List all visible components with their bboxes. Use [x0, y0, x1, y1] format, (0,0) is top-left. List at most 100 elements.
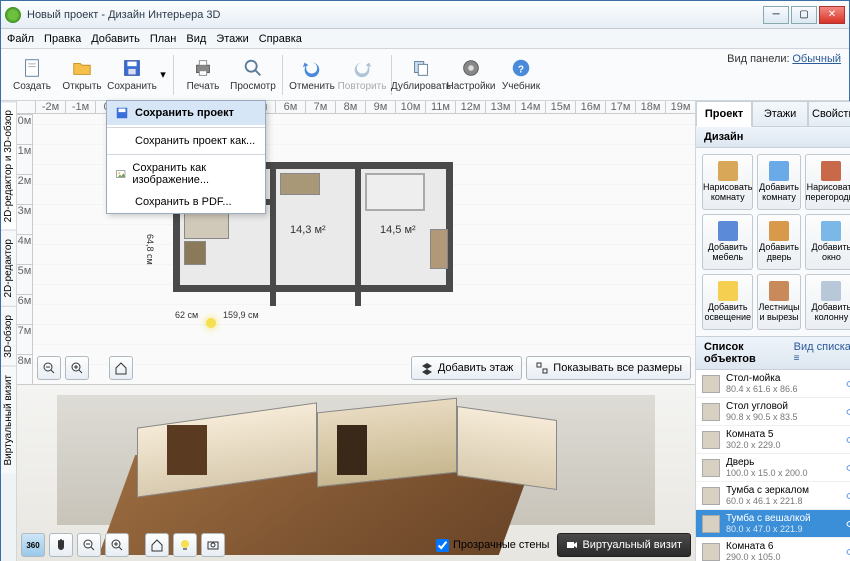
object-thumb — [702, 431, 720, 449]
design-label: Добавить окно — [806, 243, 850, 263]
visibility-icon[interactable] — [846, 490, 850, 502]
menu-add[interactable]: Добавить — [91, 33, 140, 45]
dimension-label: 62 см — [175, 310, 198, 320]
panel-mode-link[interactable]: Обычный — [792, 53, 841, 65]
camera-button[interactable] — [201, 533, 225, 557]
zoom-out-button[interactable] — [37, 356, 61, 380]
object-row[interactable]: Стол угловой90.8 x 90.5 x 83.5 — [696, 398, 850, 426]
360-button[interactable]: 360 — [21, 533, 45, 557]
design-btn-4[interactable]: Добавить дверь — [757, 214, 800, 270]
visibility-icon[interactable] — [846, 434, 850, 446]
vtab-virtual[interactable]: Виртуальный визит — [1, 366, 16, 474]
object-name: Тумба с зеркалом — [726, 485, 840, 496]
vtab-3d[interactable]: 3D-обзор — [1, 306, 16, 366]
furniture[interactable] — [184, 241, 206, 265]
transparent-walls-check[interactable]: Прозрачные стены — [436, 539, 549, 552]
print-button[interactable]: Печать — [178, 51, 228, 99]
zoom-out-icon — [82, 538, 96, 552]
virtual-visit-button[interactable]: Виртуальный визит — [557, 533, 691, 557]
light-button[interactable] — [173, 533, 197, 557]
zoom-out-3d-button[interactable] — [77, 533, 101, 557]
object-name: Комната 6 — [726, 541, 840, 552]
home-icon — [150, 538, 164, 552]
hand-icon — [54, 538, 68, 552]
vtab-2d-3d[interactable]: 2D-редактор и 3D-обзор — [1, 101, 16, 230]
object-row[interactable]: Дверь100.0 x 15.0 x 200.0 — [696, 454, 850, 482]
menu-view[interactable]: Вид — [186, 33, 206, 45]
design-btn-3[interactable]: Добавить мебель — [702, 214, 753, 270]
dd-save-pdf[interactable]: Сохранить в PDF... — [107, 191, 265, 213]
home-view-button[interactable] — [109, 356, 133, 380]
object-row[interactable]: Комната 5302.0 x 229.0 — [696, 426, 850, 454]
save-button[interactable]: Сохранить — [107, 51, 157, 99]
design-btn-1[interactable]: Добавить комнату — [757, 154, 800, 210]
undo-button[interactable]: Отменить — [287, 51, 337, 99]
object-dims: 302.0 x 229.0 — [726, 440, 840, 450]
dd-save-image[interactable]: Сохранить как изображение... — [107, 157, 265, 191]
minimize-button[interactable]: ─ — [763, 6, 789, 24]
add-floor-button[interactable]: Добавить этаж — [411, 356, 522, 380]
design-btn-2[interactable]: Нарисовать перегородку — [805, 154, 850, 210]
object-row[interactable]: Тумба с зеркалом60.0 x 46.1 x 221.8 — [696, 482, 850, 510]
design-btn-5[interactable]: Добавить окно — [805, 214, 850, 270]
object-thumb — [702, 515, 720, 533]
transparent-walls-checkbox[interactable] — [436, 539, 449, 552]
save-dropdown-arrow[interactable]: ▾ — [157, 51, 169, 99]
open-button[interactable]: Открыть — [57, 51, 107, 99]
side-tabs: 2D-редактор и 3D-обзор 2D-редактор 3D-об… — [1, 101, 17, 561]
object-list[interactable]: Стол-мойка80.4 x 61.6 x 86.6Стол угловой… — [696, 370, 850, 561]
furniture[interactable] — [430, 229, 448, 269]
pan-button[interactable] — [49, 533, 73, 557]
3d-render — [57, 395, 655, 525]
design-btn-8[interactable]: Добавить колонну — [805, 274, 850, 330]
object-row[interactable]: Комната 6290.0 x 105.0 — [696, 538, 850, 561]
vtab-2d[interactable]: 2D-редактор — [1, 230, 16, 306]
camera-icon — [566, 539, 578, 551]
visibility-icon[interactable] — [846, 462, 850, 474]
settings-button[interactable]: Настройки — [446, 51, 496, 99]
menu-file[interactable]: Файл — [7, 33, 34, 45]
object-thumb — [702, 543, 720, 561]
maximize-button[interactable]: ▢ — [791, 6, 817, 24]
list-view-mode[interactable]: Вид списка ≡ — [794, 341, 850, 365]
dd-save-project[interactable]: Сохранить проект — [107, 101, 265, 125]
duplicate-button[interactable]: Дублировать — [396, 51, 446, 99]
visibility-icon[interactable] — [846, 406, 850, 418]
create-button[interactable]: Создать — [7, 51, 57, 99]
visibility-icon[interactable] — [846, 378, 850, 390]
camera-icon — [206, 538, 220, 552]
object-row[interactable]: Тумба с вешалкой80.0 x 47.0 x 221.9 — [696, 510, 850, 538]
visibility-icon[interactable] — [846, 546, 850, 558]
menu-help[interactable]: Справка — [259, 33, 302, 45]
redo-button[interactable]: Повторить — [337, 51, 387, 99]
object-row[interactable]: Стол-мойка80.4 x 61.6 x 86.6 — [696, 370, 850, 398]
menu-edit[interactable]: Правка — [44, 33, 81, 45]
design-btn-0[interactable]: Нарисовать комнату — [702, 154, 753, 210]
show-dims-button[interactable]: Показывать все размеры — [526, 356, 691, 380]
ruler-vertical: 0м1м2м3м4м5м6м7м8м — [17, 114, 33, 384]
preview-button[interactable]: Просмотр — [228, 51, 278, 99]
furniture[interactable] — [280, 173, 320, 195]
dd-save-as[interactable]: Сохранить проект как... — [107, 130, 265, 152]
3d-view[interactable]: 360 Прозрачные стены Виртуальный визит — [17, 384, 695, 561]
tutorial-button[interactable]: ?Учебник — [496, 51, 546, 99]
home-3d-button[interactable] — [145, 533, 169, 557]
design-btn-6[interactable]: Добавить освещение — [702, 274, 753, 330]
zoom-in-3d-button[interactable] — [105, 533, 129, 557]
app-logo-icon — [5, 7, 21, 23]
design-grid: Нарисовать комнатуДобавить комнатуНарисо… — [696, 148, 850, 336]
zoom-in-button[interactable] — [65, 356, 89, 380]
furniture[interactable] — [365, 173, 425, 211]
window-title: Новый проект - Дизайн Интерьера 3D — [27, 9, 763, 21]
close-button[interactable]: ✕ — [819, 6, 845, 24]
tab-floors[interactable]: Этажи — [752, 101, 808, 127]
design-btn-7[interactable]: Лестницы и вырезы — [757, 274, 800, 330]
menu-plan[interactable]: План — [150, 33, 177, 45]
selection-handle[interactable] — [206, 318, 216, 328]
visibility-icon[interactable] — [846, 518, 850, 530]
tab-project[interactable]: Проект — [696, 101, 752, 127]
undo-icon — [301, 57, 323, 79]
menu-floors[interactable]: Этажи — [216, 33, 248, 45]
help-icon: ? — [510, 57, 532, 79]
tab-props[interactable]: Свойства — [808, 101, 850, 127]
